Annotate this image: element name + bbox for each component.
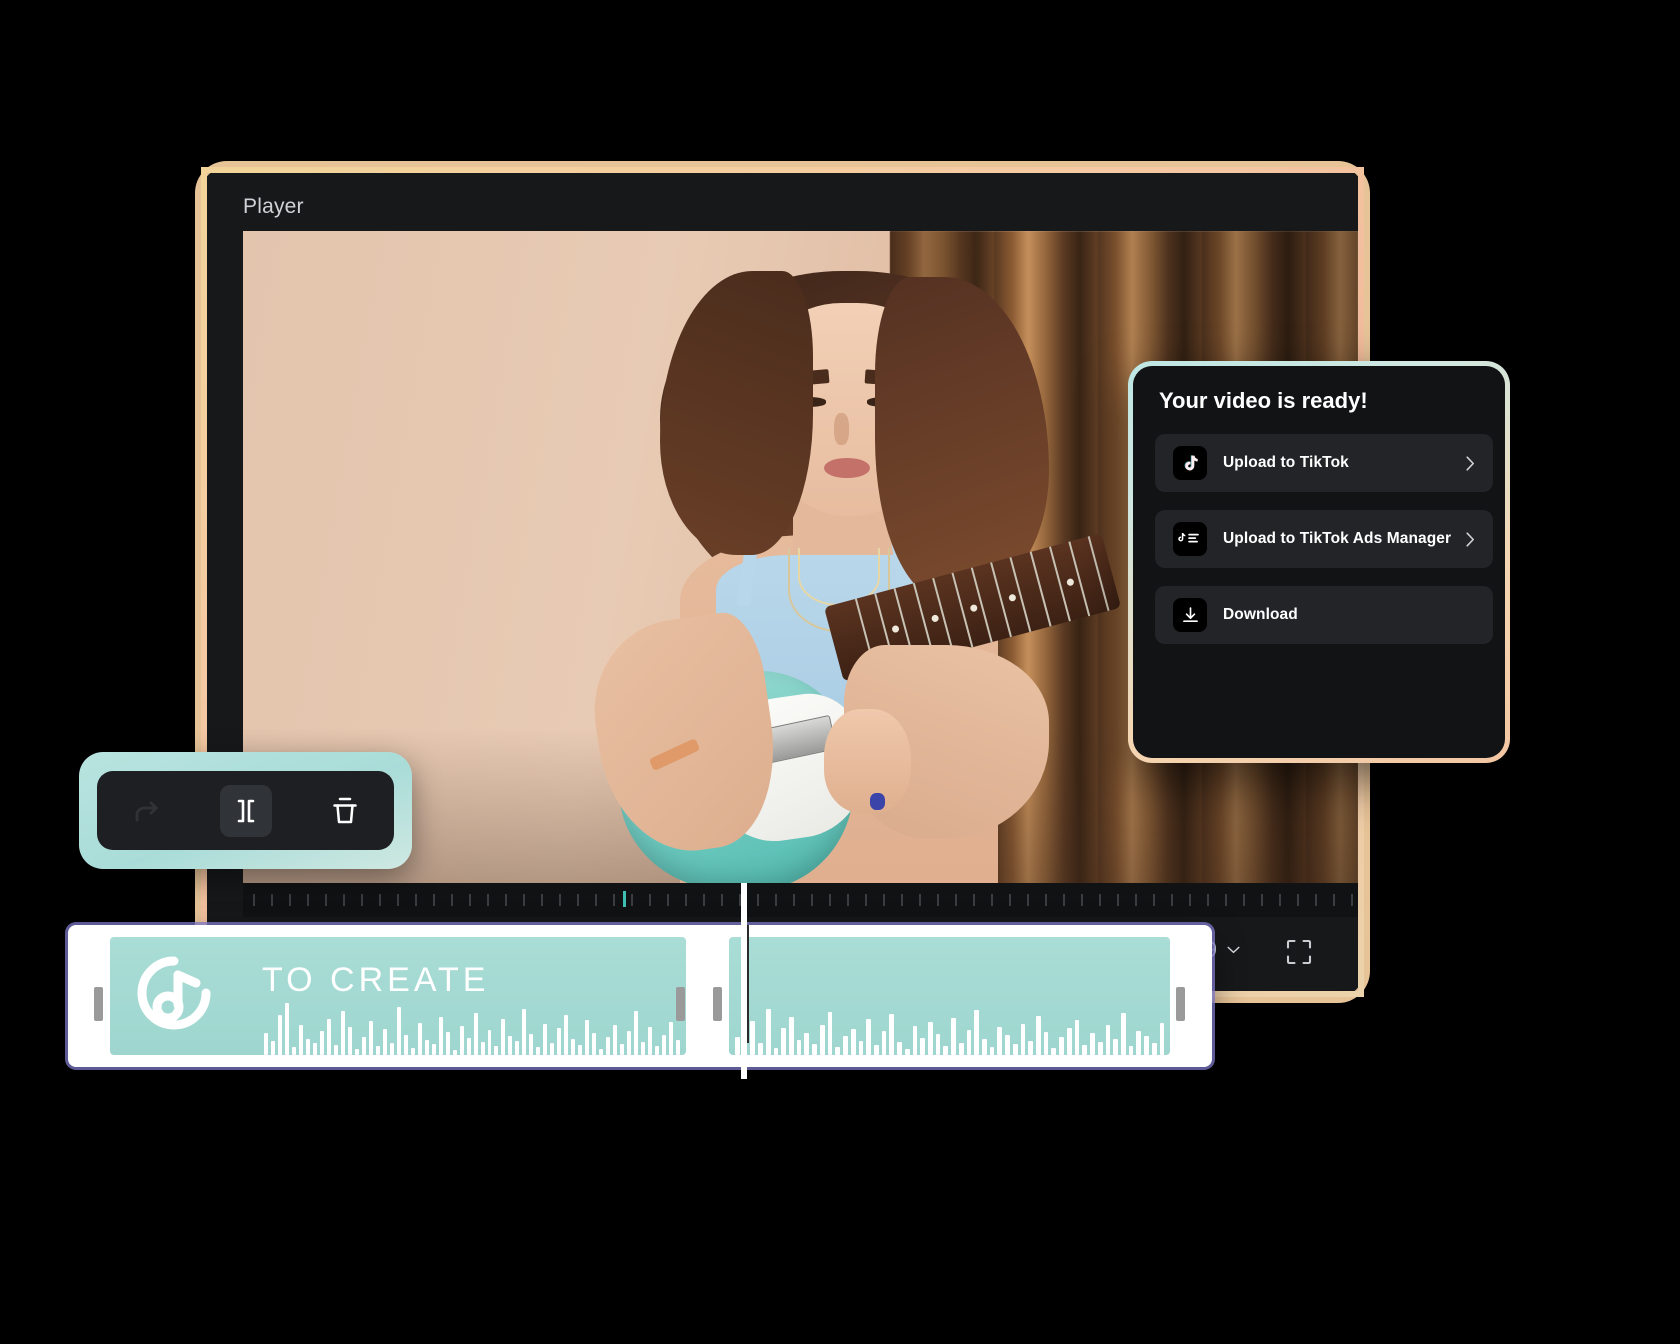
timeline-clip-strip[interactable]: TO CREATE (68, 883, 1212, 1079)
timeline-clip[interactable] (729, 937, 1170, 1055)
clip-toolbar (97, 771, 394, 850)
tiktok-icon (1173, 446, 1207, 480)
delete-button[interactable] (319, 785, 371, 837)
fullscreen-icon (1286, 939, 1312, 965)
split-icon (237, 799, 254, 822)
timeline-ruler[interactable] (243, 883, 1358, 917)
page-title: Player (243, 195, 304, 218)
ruler-ticks (243, 883, 1358, 917)
fullscreen-button[interactable] (1286, 939, 1312, 965)
ruler-marker (623, 891, 626, 907)
chevron-right-icon (1466, 531, 1474, 547)
download-icon (1173, 598, 1207, 632)
floating-toolbar-container (79, 752, 412, 869)
download-row[interactable]: Download (1155, 586, 1493, 644)
subject-hair-right (874, 277, 1050, 600)
clip-a-handle-right[interactable] (676, 987, 685, 1021)
upload-to-tiktok-row[interactable]: Upload to TikTok (1155, 434, 1493, 492)
trash-icon (332, 797, 357, 823)
redo-icon (135, 801, 158, 821)
playhead[interactable] (741, 883, 747, 1079)
subject-nail (869, 793, 886, 811)
chevron-down-icon (1227, 946, 1240, 954)
download-label: Download (1223, 606, 1298, 623)
music-note-icon (134, 953, 214, 1033)
export-panel-title: Your video is ready! (1159, 388, 1368, 413)
timeline-clip[interactable]: TO CREATE (110, 937, 686, 1055)
tiktok-ads-manager-icon (1173, 522, 1207, 556)
upload-to-tiktok-ads-manager-label: Upload to TikTok Ads Manager (1223, 530, 1452, 547)
clip-b-handle-right[interactable] (1176, 987, 1185, 1021)
scene-subject (578, 258, 1122, 903)
redo-button[interactable] (121, 785, 173, 837)
export-panel: Your video is ready! Upload to TikTok Up… (1128, 361, 1510, 763)
clip-waveform (729, 983, 1170, 1055)
clip-waveform (258, 983, 686, 1055)
chevron-right-icon (1466, 455, 1474, 471)
upload-to-tiktok-ads-manager-row[interactable]: Upload to TikTok Ads Manager (1155, 510, 1493, 568)
clip-b-handle-left[interactable] (713, 987, 722, 1021)
subject-hand-right (823, 709, 911, 813)
subject-hair-left (659, 270, 814, 555)
split-button[interactable] (219, 784, 272, 837)
upload-to-tiktok-label: Upload to TikTok (1223, 454, 1349, 471)
subject-nose (833, 412, 850, 445)
clip-handle-left[interactable] (94, 987, 103, 1021)
app-root: Player Your video is ready! Upload to Ti… (0, 0, 1680, 1344)
